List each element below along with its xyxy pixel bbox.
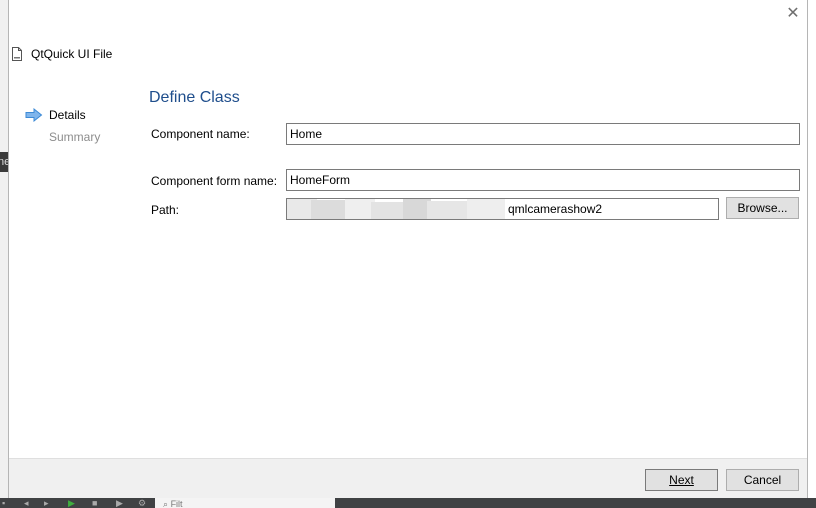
component-form-name-label: Component form name: (151, 174, 278, 188)
background-window (0, 0, 8, 508)
background-toolbar-fragment: ne (0, 152, 8, 172)
background-icon: ◂ (24, 498, 29, 508)
component-name-input[interactable] (286, 123, 800, 145)
wizard-header: QtQuick UI File (9, 44, 112, 64)
browse-button[interactable]: Browse... (726, 197, 799, 219)
close-button[interactable]: ✕ (785, 6, 801, 22)
stop-icon: ■ (92, 498, 98, 508)
background-filter-input: ⌕ Filt (155, 498, 335, 508)
next-button-label: Next (669, 473, 694, 487)
component-form-name-input[interactable] (286, 169, 800, 191)
background-status-bar: ▪ ◂ ▸ ▶ ■ ▶ ⚙ ⌕ Filt (0, 498, 816, 508)
component-name-label: Component name: (151, 127, 250, 141)
arrow-right-icon (25, 108, 43, 122)
background-icon: ▸ (44, 498, 49, 508)
wizard-title: QtQuick UI File (31, 47, 113, 61)
step-summary: Summary (49, 130, 101, 144)
run-icon: ▶ (68, 498, 75, 508)
debug-icon: ▶ (116, 498, 123, 508)
redacted-path-prefix (287, 199, 507, 219)
wizard-steps: Details Summary (25, 104, 100, 148)
cancel-button[interactable]: Cancel (726, 469, 799, 491)
path-value: qmlcamerashow2 (508, 202, 603, 216)
new-file-wizard-dialog: ✕ QtQuick UI File Details Summary Define… (8, 0, 808, 498)
wizard-footer: Next Cancel (9, 458, 807, 498)
gear-icon: ⚙ (138, 498, 147, 508)
background-icon: ▪ (2, 498, 6, 508)
document-icon (12, 47, 22, 61)
path-label: Path: (151, 203, 180, 217)
step-details: Details (25, 104, 100, 126)
search-icon: ⌕ (163, 499, 169, 508)
close-icon: ✕ (786, 5, 800, 22)
next-button[interactable]: Next (645, 469, 718, 491)
page-title: Define Class (149, 89, 240, 106)
path-input[interactable]: qmlcamerashow2 (286, 198, 719, 220)
